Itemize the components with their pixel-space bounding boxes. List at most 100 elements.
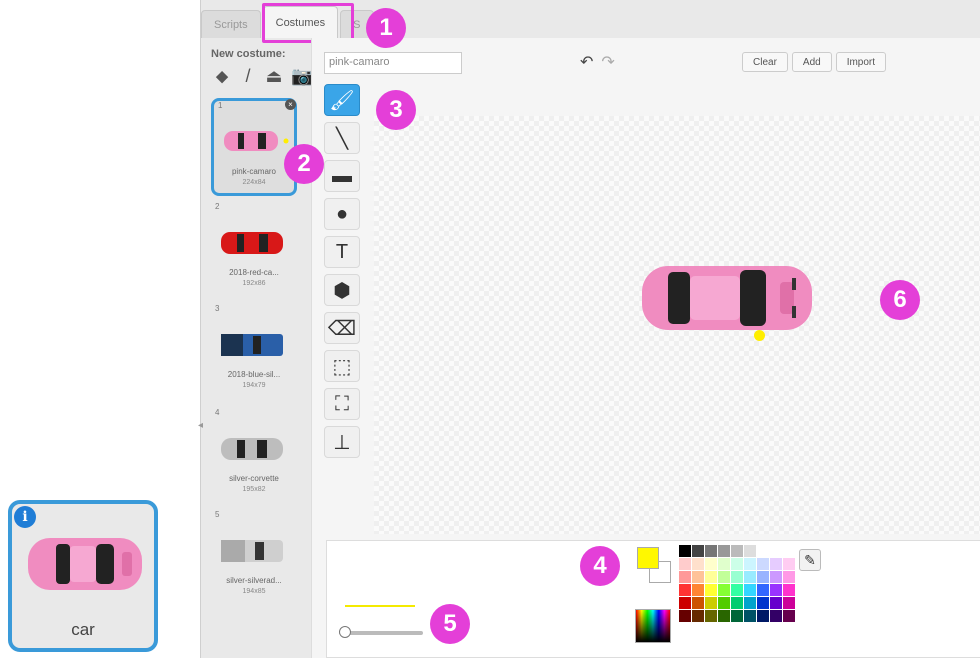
color-swatch[interactable] xyxy=(705,571,717,583)
fill-icon[interactable]: ⬢ xyxy=(324,274,360,306)
color-swatch[interactable] xyxy=(718,584,730,596)
color-swatch[interactable] xyxy=(692,584,704,596)
redo-icon[interactable]: ↷ xyxy=(601,52,614,72)
paint-toolbar: 🖌 ╲ ▬ ● T ⬢ ⌫ ⬚ ⛶ ⊥ xyxy=(324,84,362,464)
color-swatch[interactable] xyxy=(692,571,704,583)
color-swatch[interactable] xyxy=(770,610,782,622)
color-swatch[interactable] xyxy=(731,584,743,596)
color-swatch[interactable] xyxy=(731,545,743,557)
line-width-slider-knob[interactable] xyxy=(339,626,351,638)
color-swatch[interactable] xyxy=(731,597,743,609)
color-swatch[interactable] xyxy=(692,558,704,570)
paint-canvas[interactable] xyxy=(374,116,980,534)
costume-item[interactable]: 4 silver-corvette 195x82 xyxy=(211,408,297,506)
color-swatch[interactable] xyxy=(770,558,782,570)
color-swatch[interactable] xyxy=(770,571,782,583)
color-swatch[interactable] xyxy=(705,558,717,570)
color-swatch[interactable] xyxy=(718,597,730,609)
color-swatch[interactable] xyxy=(718,558,730,570)
color-swatch[interactable] xyxy=(770,584,782,596)
color-swatch[interactable] xyxy=(679,597,691,609)
eyedropper-icon[interactable]: ✎ xyxy=(799,549,821,571)
stamp-icon[interactable]: ⊥ xyxy=(324,426,360,458)
ellipse-icon[interactable]: ● xyxy=(324,198,360,230)
color-swatch[interactable] xyxy=(718,571,730,583)
rectangle-icon[interactable]: ▬ xyxy=(324,160,360,192)
camera-icon[interactable]: 📷 xyxy=(291,66,313,87)
color-swatch[interactable] xyxy=(692,597,704,609)
color-swatch[interactable] xyxy=(744,610,756,622)
color-swatch[interactable] xyxy=(718,545,730,557)
color-swatch[interactable] xyxy=(783,584,795,596)
brush-icon[interactable]: 🖌 xyxy=(324,84,360,116)
color-swatch[interactable] xyxy=(679,571,691,583)
color-swatch[interactable] xyxy=(757,558,769,570)
color-swatch[interactable] xyxy=(744,558,756,570)
color-swatch[interactable] xyxy=(757,545,769,557)
select-remove-bg-icon[interactable]: ⛶ xyxy=(324,388,360,420)
tab-scripts[interactable]: Scripts xyxy=(201,10,261,38)
color-swatch[interactable] xyxy=(757,571,769,583)
color-swatch[interactable] xyxy=(692,610,704,622)
brush-new-costume-icon[interactable]: / xyxy=(239,66,257,87)
delete-costume-icon[interactable]: × xyxy=(285,99,296,110)
color-swatch[interactable] xyxy=(679,610,691,622)
line-icon[interactable]: ╲ xyxy=(324,122,360,154)
color-swatch[interactable] xyxy=(744,597,756,609)
color-swatch[interactable] xyxy=(705,610,717,622)
color-swatch[interactable] xyxy=(705,584,717,596)
eraser-icon[interactable]: ⌫ xyxy=(324,312,360,344)
color-swatch[interactable] xyxy=(731,610,743,622)
costume-thumbnail xyxy=(221,438,283,460)
annotation-2: 2 xyxy=(284,144,324,184)
costume-item[interactable]: 3 2018-blue-sil... 194x79 xyxy=(211,304,297,402)
color-swatch[interactable] xyxy=(744,545,756,557)
color-swatch[interactable] xyxy=(705,545,717,557)
paint-new-costume-icon[interactable]: ⬥ xyxy=(213,66,231,87)
add-button[interactable]: Add xyxy=(791,52,832,72)
costume-item[interactable]: 1 × pink-camaro 224x84 xyxy=(211,98,297,196)
color-swatch[interactable] xyxy=(770,597,782,609)
color-swatch[interactable] xyxy=(783,558,795,570)
collapse-arrow-icon[interactable]: ◂ xyxy=(198,420,203,431)
color-swatch[interactable] xyxy=(783,610,795,622)
costume-name-label: silver-corvette xyxy=(229,474,279,483)
rotation-center-dot[interactable] xyxy=(754,330,765,341)
annotation-5: 5 xyxy=(430,604,470,644)
costume-name-input[interactable]: pink-camaro xyxy=(324,52,462,74)
color-swatch[interactable] xyxy=(679,545,691,557)
sprite-name: car xyxy=(71,620,95,639)
sprite-thumbnail[interactable]: i car xyxy=(8,500,158,652)
color-spectrum-picker[interactable] xyxy=(635,609,671,643)
info-icon[interactable]: i xyxy=(14,506,36,528)
costume-size-label: 194x85 xyxy=(242,588,266,595)
color-swatch[interactable] xyxy=(757,584,769,596)
color-swatch[interactable] xyxy=(757,597,769,609)
color-swatch[interactable] xyxy=(744,584,756,596)
costume-item[interactable]: 2 2018-red-ca... 192x86 xyxy=(211,202,297,300)
color-swatch[interactable] xyxy=(692,545,704,557)
color-swatch[interactable] xyxy=(679,584,691,596)
color-swatch[interactable] xyxy=(783,571,795,583)
color-swatch[interactable] xyxy=(783,597,795,609)
undo-icon[interactable]: ↶ xyxy=(580,52,593,72)
select-icon[interactable]: ⬚ xyxy=(324,350,360,382)
line-width-slider[interactable] xyxy=(339,631,423,635)
color-swatch[interactable] xyxy=(718,610,730,622)
color-swatch[interactable] xyxy=(679,558,691,570)
costume-number: 3 xyxy=(215,304,220,313)
costume-item[interactable]: 5 silver-silverad... 194x85 xyxy=(211,510,297,608)
color-swatch[interactable] xyxy=(731,571,743,583)
primary-color-swatch[interactable] xyxy=(637,547,659,569)
color-swatch[interactable] xyxy=(731,558,743,570)
tab-costumes[interactable]: Costumes xyxy=(262,6,339,38)
upload-costume-icon[interactable]: ⏏ xyxy=(265,66,283,87)
import-button[interactable]: Import xyxy=(835,52,887,72)
text-icon[interactable]: T xyxy=(324,236,360,268)
color-swatch[interactable] xyxy=(705,597,717,609)
color-swatch[interactable] xyxy=(783,545,795,557)
color-swatch[interactable] xyxy=(770,545,782,557)
color-swatch[interactable] xyxy=(744,571,756,583)
clear-button[interactable]: Clear xyxy=(742,52,788,72)
color-swatch[interactable] xyxy=(757,610,769,622)
